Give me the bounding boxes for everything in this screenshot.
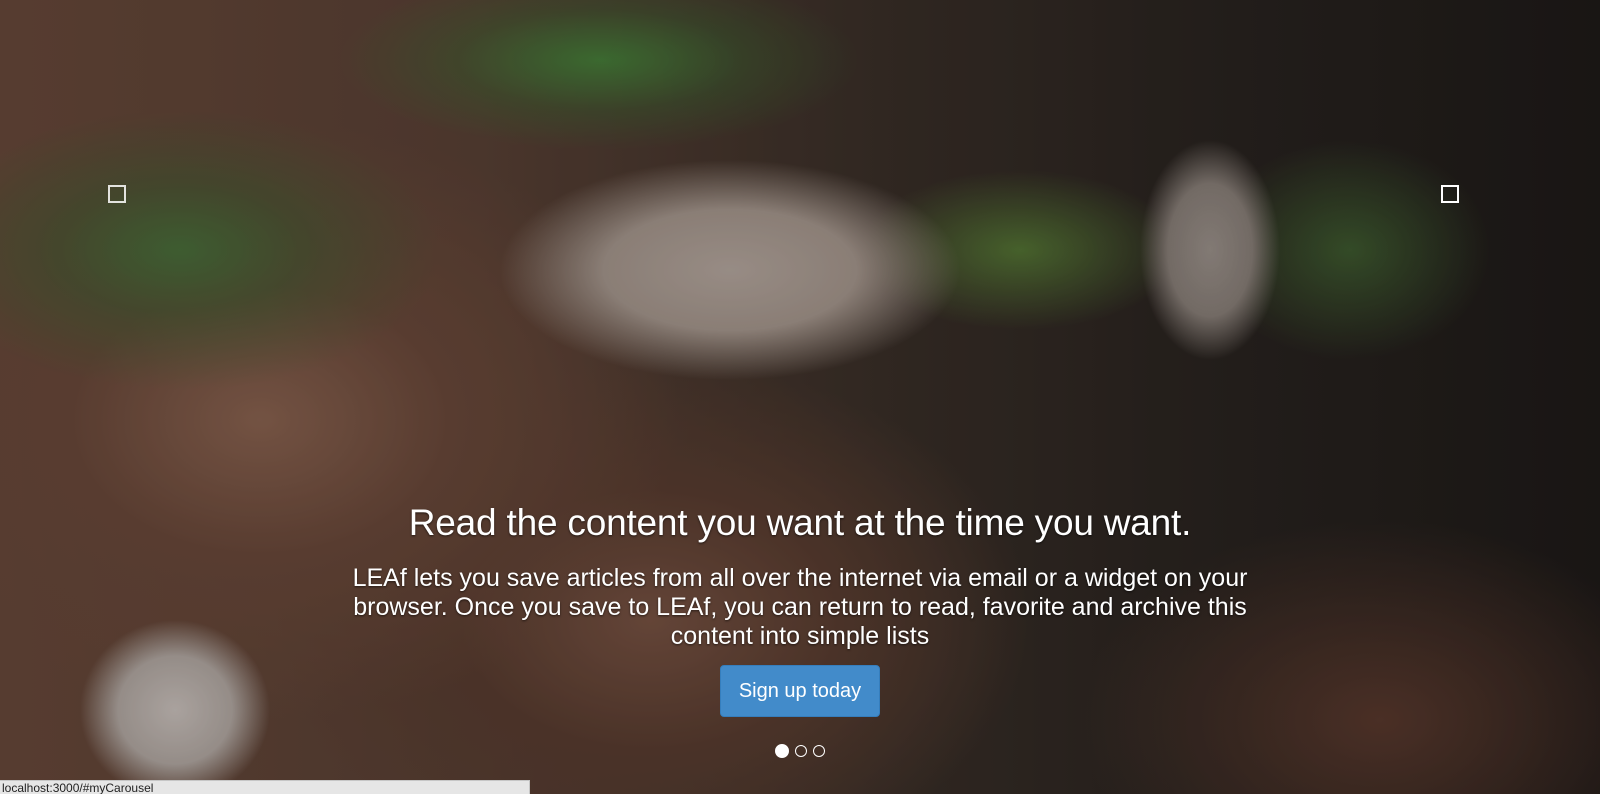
browser-status-bar: localhost:3000/#myCarousel	[0, 780, 530, 794]
carousel: Read the content you want at the time yo…	[0, 0, 1600, 794]
carousel-indicator-3[interactable]	[813, 745, 825, 757]
carousel-description: LEAf lets you save articles from all ove…	[352, 564, 1248, 650]
carousel-indicator-2[interactable]	[795, 745, 807, 757]
carousel-caption: Read the content you want at the time yo…	[300, 500, 1300, 717]
sign-up-button[interactable]: Sign up today	[719, 665, 881, 717]
carousel-indicator-1[interactable]	[775, 744, 789, 758]
carousel-next-control[interactable]	[1441, 185, 1459, 203]
carousel-heading: Read the content you want at the time yo…	[408, 502, 1192, 543]
carousel-indicators	[0, 744, 1600, 758]
carousel-prev-control[interactable]	[108, 185, 126, 203]
